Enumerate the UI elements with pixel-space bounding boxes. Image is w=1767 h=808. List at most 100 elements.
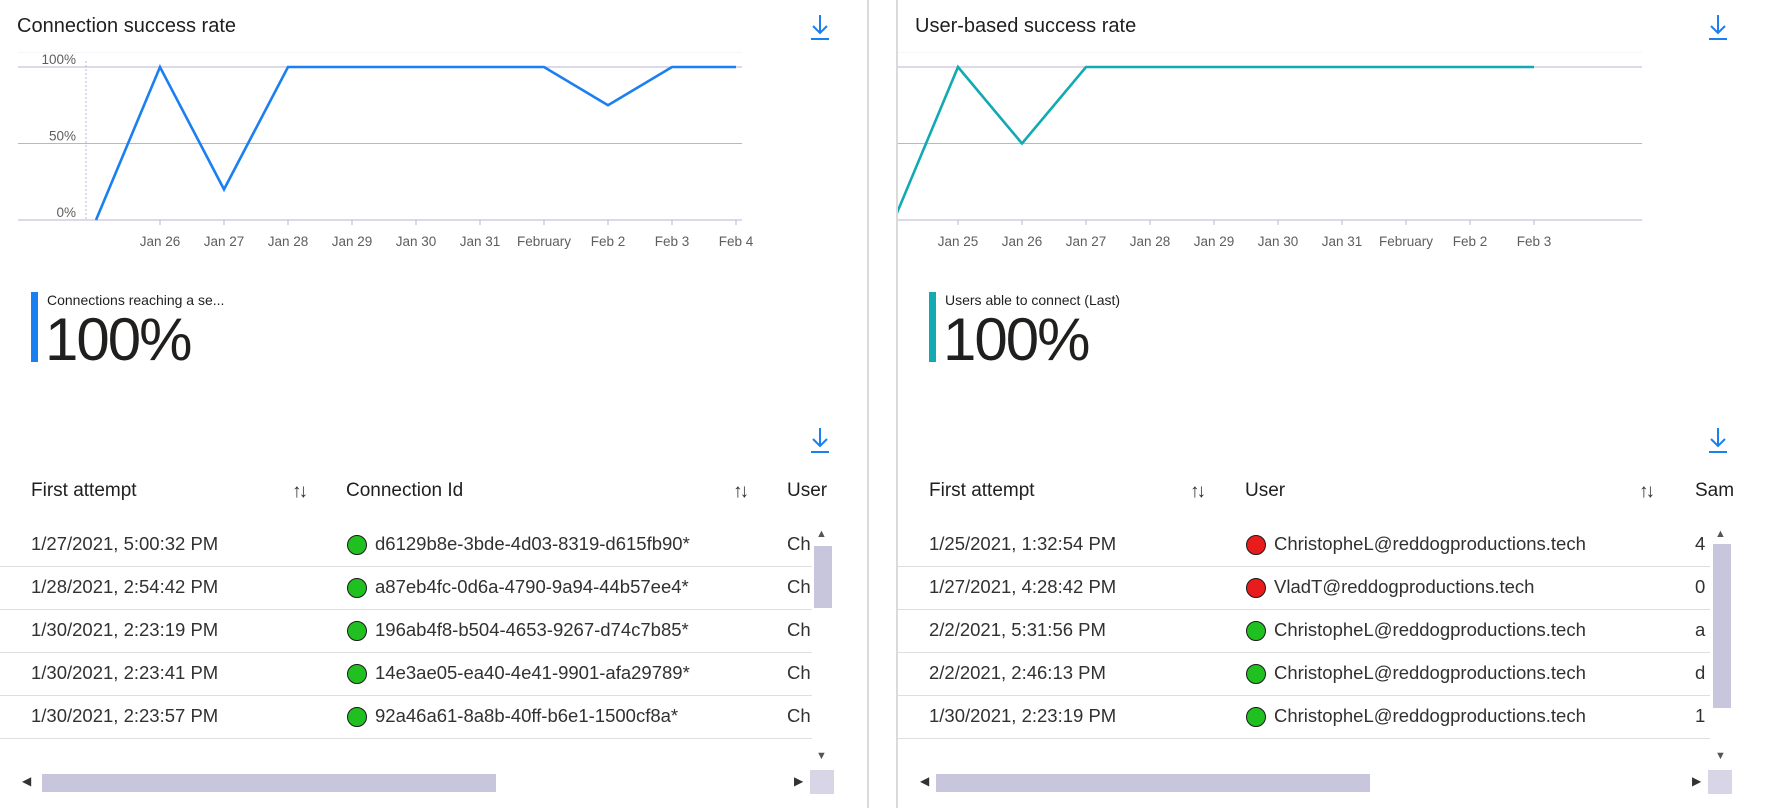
scroll-left-icon[interactable]: ◀ (920, 774, 929, 788)
scroll-right-icon[interactable]: ▶ (1692, 774, 1701, 788)
connection-id-cell: 14e3ae05-ea40-4e41-9901-afa29789* (375, 662, 690, 683)
scroll-right-icon[interactable]: ▶ (794, 774, 803, 788)
sort-icon[interactable]: ↑↓ (1190, 481, 1206, 503)
scrollbar-thumb[interactable] (814, 546, 832, 608)
scroll-up-icon[interactable]: ▲ (1715, 528, 1726, 540)
table-row[interactable]: 1/30/2021, 2:23:19 PM ChristopheL@reddogp… (898, 696, 1710, 739)
status-success-icon (1246, 707, 1266, 727)
table-row[interactable]: 1/30/2021, 2:23:41 PM 14e3ae05-ea40-4e41-… (0, 653, 812, 696)
horizontal-scrollbar[interactable]: ◀ ▶ (18, 772, 808, 794)
vertical-scrollbar[interactable]: ▲ ▼ (812, 526, 834, 766)
x-tick-label: Jan 29 (332, 234, 373, 249)
x-tick-label: Feb 4 (719, 234, 754, 249)
users-table: First attempt ↑↓ User ↑↓ Sam 1/25/2021, … (898, 472, 1733, 772)
table-row[interactable]: 2/2/2021, 5:31:56 PM ChristopheL@reddogpr… (898, 610, 1710, 653)
scroll-left-icon[interactable]: ◀ (22, 774, 31, 788)
column-header-user[interactable]: User (1245, 480, 1285, 502)
x-tick-label: Jan 27 (204, 234, 245, 249)
scrollbar-thumb[interactable] (936, 774, 1370, 792)
x-tick-label: Feb 3 (1517, 234, 1552, 249)
status-success-icon (1246, 621, 1266, 641)
x-tick-label: Jan 26 (140, 234, 181, 249)
table-row[interactable]: 2/2/2021, 2:46:13 PM ChristopheL@reddogpr… (898, 653, 1710, 696)
first-attempt-cell: 1/25/2021, 1:32:54 PM (929, 533, 1117, 554)
status-success-icon (347, 578, 367, 598)
user-cell: VladT@reddogproductions.tech (1274, 576, 1535, 597)
x-tick-label: Jan 30 (1258, 234, 1299, 249)
kpi-value: 100% (943, 306, 1090, 373)
sort-icon[interactable]: ↑↓ (1639, 481, 1655, 503)
sam-cell: 0 (1695, 576, 1706, 597)
sort-icon[interactable]: ↑↓ (733, 481, 749, 503)
table-header: First attempt ↑↓ Connection Id ↑↓ User (0, 472, 835, 512)
x-tick-label: February (517, 234, 571, 249)
table-download-icon[interactable] (1706, 425, 1730, 455)
connection-success-chart: 0% 50% 100% Jan 26 Jan 27 Jan 28 Jan 29 Jan 30 J… (18, 52, 754, 249)
table-row[interactable]: 1/30/2021, 2:23:57 PM 92a46a61-8a8b-40ff-… (0, 696, 812, 739)
table-download-icon[interactable] (808, 425, 832, 455)
table-body: 1/27/2021, 5:00:32 PM d6129b8e-3bde-4d03-… (0, 524, 835, 764)
x-tick-label: February (1379, 234, 1433, 249)
scrollbar-corner (810, 770, 834, 794)
x-tick-label: Jan 28 (1130, 234, 1171, 249)
scrollbar-thumb[interactable] (42, 774, 496, 792)
column-header-user[interactable]: User (787, 480, 827, 502)
status-success-icon (347, 664, 367, 684)
sam-cell: 4 (1695, 533, 1706, 554)
x-tick-label: Jan 31 (460, 234, 501, 249)
x-tick-label: Jan 28 (268, 234, 309, 249)
first-attempt-cell: 1/30/2021, 2:23:19 PM (929, 705, 1117, 726)
download-icon[interactable] (1706, 12, 1730, 42)
y-tick-label: 100% (41, 52, 76, 67)
user-cell: Ch (787, 619, 811, 640)
scroll-down-icon[interactable]: ▼ (816, 750, 827, 762)
user-cell: ChristopheL@reddogproductions.tech (1274, 619, 1586, 640)
x-tick-label: Jan 26 (1002, 234, 1043, 249)
vertical-scrollbar[interactable]: ▲ ▼ (1711, 526, 1733, 766)
column-header-sam[interactable]: Sam (1695, 480, 1733, 502)
first-attempt-cell: 1/27/2021, 5:00:32 PM (31, 533, 219, 554)
scrollbar-thumb[interactable] (1713, 544, 1731, 708)
x-tick-label: Jan 30 (396, 234, 437, 249)
sort-icon[interactable]: ↑↓ (292, 481, 308, 503)
status-success-icon (347, 707, 367, 727)
connection-id-cell: 196ab4f8-b504-4653-9267-d74c7b85* (375, 619, 689, 640)
kpi-accent-bar (929, 292, 936, 362)
user-success-chart: 0%50%100%Jan 25Jan 26Jan 27Jan 28Jan 29J… (898, 52, 1642, 249)
user-cell: Ch (787, 705, 811, 726)
scrollbar-corner (1708, 770, 1732, 794)
user-cell: ChristopheL@reddogproductions.tech (1274, 533, 1586, 554)
panel-title: User-based success rate (915, 15, 1137, 37)
table-row[interactable]: 1/27/2021, 5:00:32 PM d6129b8e-3bde-4d03-… (0, 524, 812, 567)
sam-cell: 1 (1695, 705, 1706, 726)
column-header-first-attempt[interactable]: First attempt (31, 480, 137, 502)
user-cell: Ch (787, 662, 811, 683)
table-row[interactable]: 1/27/2021, 4:28:42 PM VladT@reddogproduct… (898, 567, 1710, 610)
sam-cell: a (1695, 619, 1706, 640)
x-tick-label: Feb 2 (1453, 234, 1488, 249)
table-row[interactable]: 1/28/2021, 2:54:42 PM a87eb4fc-0d6a-4790-… (0, 567, 812, 610)
user-cell: ChristopheL@reddogproductions.tech (1274, 705, 1586, 726)
connection-success-panel: Connection success rate 0% 50% 100% Jan 26 J… (0, 0, 867, 808)
horizontal-scrollbar[interactable]: ◀ ▶ (916, 772, 1706, 794)
scroll-down-icon[interactable]: ▼ (1715, 750, 1726, 762)
first-attempt-cell: 1/28/2021, 2:54:42 PM (31, 576, 219, 597)
first-attempt-cell: 1/30/2021, 2:23:41 PM (31, 662, 219, 683)
kpi-accent-bar (31, 292, 38, 362)
table-header: First attempt ↑↓ User ↑↓ Sam (898, 472, 1733, 512)
x-tick-label: Feb 2 (591, 234, 626, 249)
column-header-connection-id[interactable]: Connection Id (346, 480, 463, 502)
first-attempt-cell: 1/30/2021, 2:23:19 PM (31, 619, 219, 640)
status-success-icon (1246, 664, 1266, 684)
table-row[interactable]: 1/25/2021, 1:32:54 PM ChristopheL@reddogp… (898, 524, 1710, 567)
scroll-up-icon[interactable]: ▲ (816, 528, 827, 540)
x-tick-label: Jan 29 (1194, 234, 1235, 249)
table-body: 1/25/2021, 1:32:54 PM ChristopheL@reddogp… (898, 524, 1733, 764)
connection-id-cell: 92a46a61-8a8b-40ff-b6e1-1500cf8a* (375, 705, 679, 726)
download-icon[interactable] (808, 12, 832, 42)
table-row[interactable]: 1/30/2021, 2:23:19 PM 196ab4f8-b504-4653-… (0, 610, 812, 653)
panel-divider (867, 0, 869, 808)
connection-id-cell: d6129b8e-3bde-4d03-8319-d615fb90* (375, 533, 690, 554)
column-header-first-attempt[interactable]: First attempt (929, 480, 1035, 502)
x-tick-label: Jan 31 (1322, 234, 1363, 249)
